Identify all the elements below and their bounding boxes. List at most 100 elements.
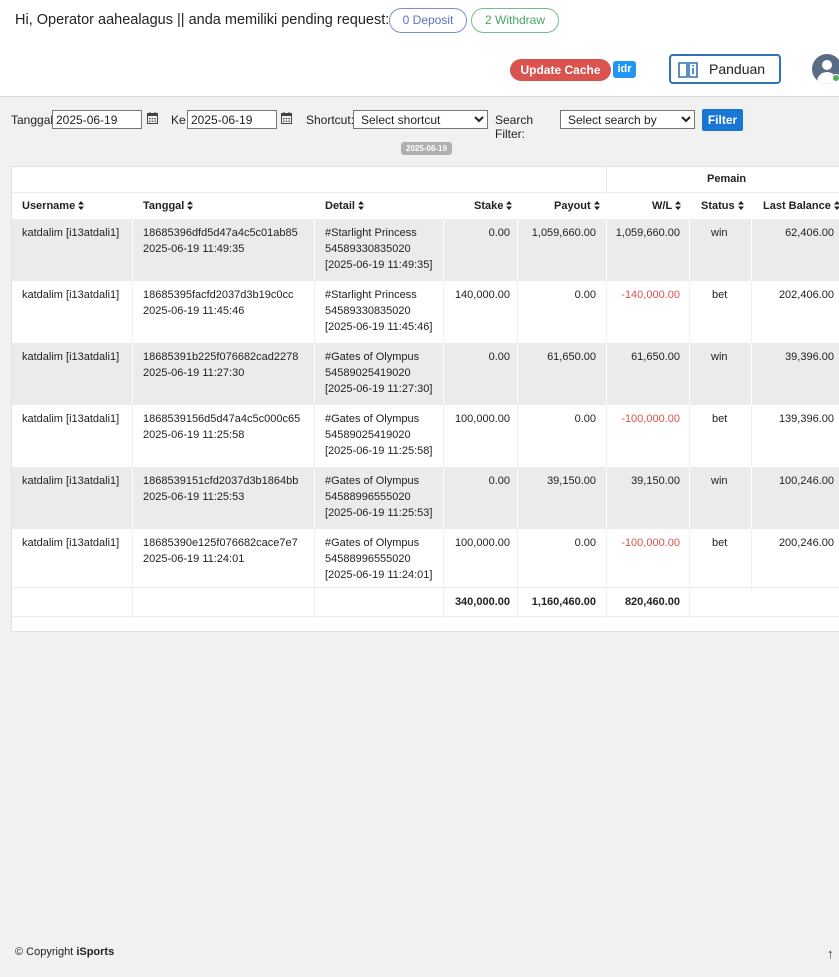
payout-cell: 0.00 — [574, 289, 596, 301]
column-header-stake[interactable]: Stake — [474, 193, 513, 219]
transaction-datetime: 2025-06-19 11:24:01 — [143, 553, 245, 565]
payout-cell: 39,150.00 — [547, 475, 596, 487]
transaction-id: 18685391b225f076682cad2278 — [143, 351, 299, 363]
tanggal-cell: 18685395facfd2037d3b19c0cc 2025-06-19 11:… — [143, 287, 293, 319]
last-balance-cell: 62,406.00 — [785, 227, 834, 239]
column-header-label: Payout — [554, 200, 591, 212]
group-label-pemain: Pemain — [707, 173, 747, 185]
greeting-text: Hi, Operator aahealagus || anda memiliki… — [15, 12, 390, 28]
table-group-header: Pemain — [12, 167, 839, 193]
footer-brand: iSports — [76, 946, 115, 958]
username-cell: katdalim [i13atdali1] — [22, 227, 120, 239]
table-row: katdalim [i13atdali1] 18685395facfd2037d… — [12, 281, 839, 343]
username-cell: katdalim [i13atdali1] — [22, 289, 120, 301]
round-time: [2025-06-19 11:27:30] — [325, 383, 433, 395]
game-name: #Gates of Olympus — [325, 475, 420, 487]
transactions-table: Pemain Username Tanggal Detail Stake Pay… — [11, 166, 839, 632]
username-cell: katdalim [i13atdali1] — [22, 537, 120, 549]
stake-cell: 0.00 — [488, 351, 510, 363]
column-header-status[interactable]: Status — [701, 193, 744, 219]
sort-icon — [78, 201, 85, 210]
round-id: 54589330835020 — [325, 305, 411, 317]
last-balance-cell: 202,406.00 — [778, 289, 834, 301]
status-cell: win — [711, 351, 728, 363]
detail-cell[interactable]: #Gates of Olympus 54589025419020 [2025-06-… — [325, 349, 432, 397]
payout-cell: 0.00 — [574, 413, 596, 425]
panduan-button[interactable]: Panduan — [669, 54, 781, 84]
last-balance-cell: 139,396.00 — [778, 413, 834, 425]
pending-deposit-button[interactable]: 0 Deposit — [389, 8, 467, 33]
payout-cell: 0.00 — [574, 537, 596, 549]
copyright-text: © Copyright — [15, 946, 74, 958]
date-from-input[interactable] — [52, 110, 142, 129]
date-range-chip: 2025-06-19 — [401, 142, 452, 155]
transaction-id: 18685396dfd5d47a4c5c01ab85 — [143, 227, 298, 239]
stake-cell: 140,000.00 — [454, 289, 510, 301]
column-header-payout[interactable]: Payout — [554, 193, 600, 219]
sort-icon — [737, 201, 744, 210]
last-balance-cell: 100,246.00 — [778, 475, 834, 487]
game-name: #Starlight Princess — [325, 289, 417, 301]
game-name: #Gates of Olympus — [325, 413, 420, 425]
stake-cell: 0.00 — [488, 475, 510, 487]
last-balance-cell: 200,246.00 — [778, 537, 834, 549]
detail-cell[interactable]: #Starlight Princess 54589330835020 [2025-0… — [325, 287, 432, 335]
column-header-last-balance[interactable]: Last Balance — [763, 193, 839, 219]
column-header-label: W/L — [652, 200, 673, 212]
pending-withdraw-button[interactable]: 2 Withdraw — [471, 8, 559, 33]
column-header-detail[interactable]: Detail — [325, 193, 364, 219]
date-to-input[interactable] — [187, 110, 277, 129]
detail-cell[interactable]: #Gates of Olympus 54589025419020 [2025-06-… — [325, 411, 432, 459]
column-header-username[interactable]: Username — [22, 193, 85, 219]
transaction-id: 18685390e125f076682cace7e7 — [143, 537, 298, 549]
search-filter-select[interactable]: Select search by — [560, 110, 695, 129]
tanggal-cell: 18685390e125f076682cace7e7 2025-06-19 11:… — [143, 535, 298, 567]
detail-cell[interactable]: #Starlight Princess 54589330835020 [2025-0… — [325, 225, 432, 273]
detail-cell[interactable]: #Gates of Olympus 54588996555020 [2025-06-… — [325, 473, 432, 521]
round-id: 54589025419020 — [325, 429, 411, 441]
online-status-dot — [832, 74, 839, 82]
tanggal-cell: 18685396dfd5d47a4c5c01ab85 2025-06-19 11:… — [143, 225, 298, 257]
column-header-label: Detail — [325, 200, 355, 212]
calendar-icon[interactable] — [281, 112, 292, 124]
transaction-datetime: 2025-06-19 11:45:46 — [143, 305, 245, 317]
status-cell: bet — [712, 413, 728, 425]
top-bar: Hi, Operator aahealagus || anda memiliki… — [0, 0, 839, 97]
transaction-id: 18685395facfd2037d3b19c0cc — [143, 289, 294, 301]
shortcut-label: Shortcut: — [306, 113, 355, 127]
column-header-label: Stake — [474, 200, 504, 212]
column-header-wl[interactable]: W/L — [652, 193, 682, 219]
date-from-label: Tanggal — [11, 113, 54, 127]
detail-cell[interactable]: #Gates of Olympus 54588996555020 [2025-06-… — [325, 535, 432, 583]
wl-cell: 1,059,660.00 — [615, 227, 680, 239]
column-header-tanggal[interactable]: Tanggal — [143, 193, 194, 219]
tanggal-cell: 18685391b225f076682cad2278 2025-06-19 11:… — [143, 349, 298, 381]
transaction-datetime: 2025-06-19 11:27:30 — [143, 367, 245, 379]
update-cache-button[interactable]: Update Cache — [510, 59, 611, 81]
totals-row: 340,000.00 1,160,460.00 820,460.00 — [12, 587, 839, 618]
sort-icon — [187, 201, 194, 210]
transaction-datetime: 2025-06-19 11:25:53 — [143, 491, 245, 503]
scroll-top-icon[interactable]: ↑ — [827, 946, 834, 961]
sort-icon — [506, 201, 513, 210]
transaction-id: 1868539151cfd2037d3b1864bb — [143, 475, 299, 487]
wl-cell: -100,000.00 — [621, 537, 680, 549]
round-time: [2025-06-19 11:24:01] — [325, 569, 433, 581]
username-cell: katdalim [i13atdali1] — [22, 351, 120, 363]
last-balance-cell: 39,396.00 — [785, 351, 834, 363]
status-cell: bet — [712, 537, 728, 549]
payout-cell: 61,650.00 — [547, 351, 596, 363]
tanggal-cell: 1868539151cfd2037d3b1864bb 2025-06-19 11:… — [143, 473, 298, 505]
sort-icon — [357, 201, 364, 210]
tanggal-cell: 1868539156d5d47a4c5c000c65 2025-06-19 11:… — [143, 411, 300, 443]
table-row: katdalim [i13atdali1] 1868539151cfd2037d… — [12, 467, 839, 529]
filter-button[interactable]: Filter — [702, 109, 743, 131]
column-header-label: Username — [22, 200, 76, 212]
round-time: [2025-06-19 11:45:46] — [325, 321, 433, 333]
shortcut-select[interactable]: Select shortcut — [353, 110, 488, 129]
calendar-icon[interactable] — [147, 112, 158, 124]
round-id: 54589330835020 — [325, 243, 411, 255]
panduan-label: Panduan — [709, 61, 766, 77]
column-header-label: Status — [701, 200, 735, 212]
date-to-label: Ke — [171, 113, 186, 127]
